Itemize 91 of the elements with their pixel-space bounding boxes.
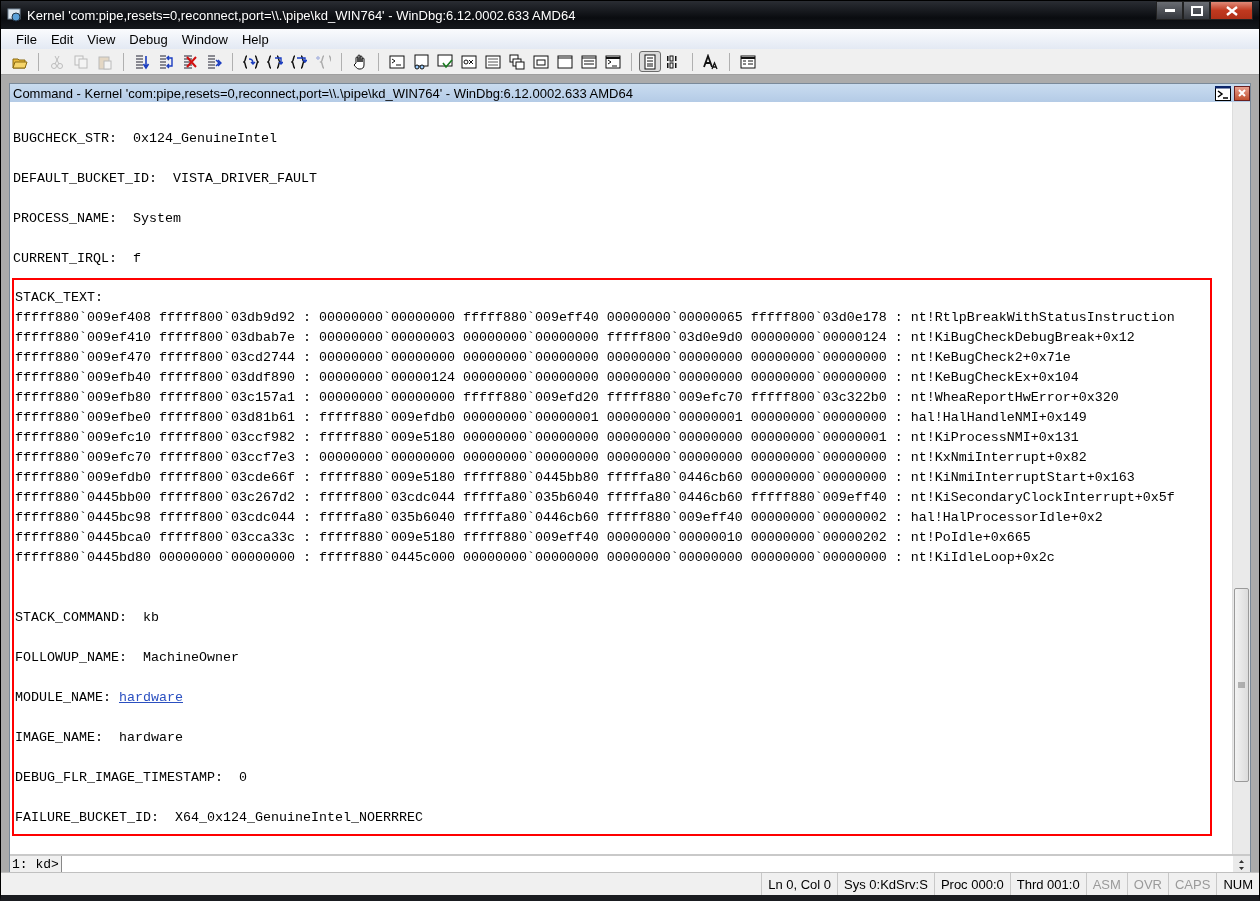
minimize-icon [1164, 9, 1175, 12]
window-title: Kernel 'com:pipe,resets=0,reconnect,port=\\.\pipe\kd_WIN764' - WinDbg:6.12.0002.633 AMD64 [27, 7, 577, 23]
field-value: kb [143, 610, 159, 625]
field-value: f [133, 251, 141, 266]
vertical-scrollbar[interactable] [1232, 102, 1250, 854]
stack-frame-line: fffff880`009efb40 fffff800`03ddf890 : 00000000`00000124 00000000`00000000 00000000`00000000 00000000`00000000 : nt!KeBugCheckEx+0x104 [15, 370, 1079, 385]
field-label: FOLLOWUP_NAME: [15, 650, 127, 665]
field-label: BUGCHECK_STR: [13, 131, 117, 146]
menu-item[interactable]: File [9, 31, 44, 47]
maximize-icon [1190, 5, 1203, 16]
scrollbar-thumb[interactable] [1234, 588, 1249, 782]
stack-frame-line: fffff880`0445bb00 fffff800`03c267d2 : fffff800`03cdc044 fffffa80`035b6040 fffffa80`0446cb60 fffff880`009eff40 : nt!KiSecondaryClockInterrupt+0x5f [15, 490, 1175, 505]
status-indicator: Thrd 001:0 [1009, 873, 1086, 895]
glasses-window-icon [413, 53, 429, 70]
font-size-icon [703, 53, 719, 70]
section-heading: STACK_TEXT: [15, 290, 103, 305]
document-swap-icon [158, 53, 174, 70]
close-button[interactable] [1210, 1, 1253, 20]
up-down-arrows-icon [1238, 859, 1245, 871]
maximize-button[interactable] [1183, 1, 1210, 20]
menu-item[interactable]: Help [234, 31, 276, 47]
status-indicator: ASM [1085, 873, 1127, 895]
stack-frame-line: fffff880`009efb80 fffff800`03c157a1 : 00000000`00000000 fffff880`009efd20 fffff880`009efc70 fffff800`03c322b0 : nt!WheaReportHwError+0x320 [15, 390, 1119, 405]
status-indicator: Sys 0:KdSrv:S [837, 873, 934, 895]
stack-frame-line: fffff880`009ef470 fffff800`03cd2744 : 00000000`00000000 00000000`00000000 00000000`00000000 00000000`00000000 : nt!KeBugCheck2+0x71e [15, 350, 1071, 365]
stack-frame-line: fffff880`009efc10 fffff800`03ccf982 : fffff880`009e5180 00000000`00000000 00000000`00000000 00000000`00000001 : nt!KiProcessNMI+0x131 [15, 430, 1079, 445]
document-arrows-icon [206, 53, 222, 70]
field-value: MachineOwner [143, 650, 239, 665]
status-indicator: OVR [1126, 873, 1168, 895]
hex-window-icon [461, 53, 477, 70]
menu-item[interactable]: View [80, 31, 123, 47]
stack-frame-line: fffff880`009efbe0 fffff800`03d81b61 : fffff880`009efdb0 00000000`00000001 00000000`00000001 00000000`00000000 : hal!HalHandleNMI+0x149 [15, 410, 1087, 425]
command-window-title: Command - Kernel 'com:pipe,resets=0,reconnect,port=\\.\pipe\kd_WIN764' - WinDbg:6.12.0002.633 AMD64 [13, 85, 634, 101]
page-lines-button[interactable] [639, 51, 661, 72]
stacked-windows-button[interactable] [506, 51, 528, 72]
field-label: CURRENT_IRQL: [13, 251, 117, 266]
field-label: IMAGE_NAME: [15, 730, 103, 745]
brace-arrow-icon [243, 53, 259, 70]
close-button[interactable] [1234, 85, 1250, 101]
field-value: 0 [238, 770, 247, 785]
app-icon [7, 8, 21, 22]
scissors-icon [49, 53, 65, 70]
menu-item[interactable]: Debug [122, 31, 175, 47]
field-value: hardware [119, 730, 183, 745]
field-value: VISTA_DRIVER_FAULT [172, 171, 317, 186]
status-indicator: Proc 000:0 [933, 873, 1010, 895]
menu-item[interactable]: Window [174, 31, 235, 47]
close-icon [1225, 5, 1238, 16]
prompt-window-icon[interactable] [1215, 85, 1231, 101]
brace-arrow-icon [291, 53, 307, 70]
prompt-window-icon [605, 53, 621, 70]
field-label: DEBUG_FLR_IMAGE_TIMESTAMP: [15, 770, 223, 785]
stack-frame-line: fffff880`009ef410 fffff800`03dbab7e : 00000000`00000003 00000000`00000000 fffff800`03d0e9d0 00000000`00000124 : nt!KiBugCheckDebugBreak+0x12 [15, 330, 1135, 345]
stack-frame-line: fffff880`009ef408 fffff800`03db9d92 : 00000000`00000000 fffff880`009eff40 00000000`00000065 fffff800`03d0e178 : nt!RtlpBreakWithStatusInstruction [15, 310, 1175, 325]
text-window-icon [581, 53, 597, 70]
stack-frame-line: fffff880`009efdb0 fffff800`03cde66f : fffff880`009e5180 fffff880`0445bb80 fffffa80`0446cb60 00000000`00000000 : nt!KiNmiInterruptStart+0x163 [15, 470, 1135, 485]
field-label: PROCESS_NAME: [13, 211, 117, 226]
brace-arrow-icon [267, 53, 283, 70]
field-label: STACK_COMMAND: [15, 610, 127, 625]
page-lines-icon [642, 53, 658, 70]
field-value: System [133, 211, 181, 226]
prompt-window-icon [389, 53, 405, 70]
window-digits-icon [533, 53, 549, 70]
document-down-arrow-icon [134, 53, 150, 70]
close-icon [1237, 88, 1247, 98]
list-window-icon [485, 53, 501, 70]
field-label: FAILURE_BUCKET_ID: [15, 810, 159, 825]
stack-frame-line: fffff880`0445bd80 00000000`00000000 : fffff880`0445c000 00000000`00000000 00000000`00000000 00000000`00000000 : nt!KiIdleLoop+0x2c [15, 550, 1055, 565]
grip-icon [1238, 682, 1245, 688]
stack-frame-line: fffff880`0445bc98 fffff800`03cdc044 : fffffa80`035b6040 fffffa80`0446cb60 fffff880`009eff40 00000000`00000002 : hal!HalProcessorIdle+0x2 [15, 510, 1103, 525]
stack-frame-line: fffff880`0445bca0 fffff800`03cca33c : fffff880`009e5180 fffff880`009eff40 00000000`00000010 00000000`00000202 : nt!PoIdle+0x665 [15, 530, 1031, 545]
copy-icon [73, 53, 89, 70]
module-link[interactable]: hardware [119, 690, 183, 705]
status-indicator: Ln 0, Col 0 [761, 873, 838, 895]
minimize-button[interactable] [1156, 1, 1183, 20]
stack-frame-line: fffff880`009efc70 fffff800`03ccf7e3 : 00000000`00000000 00000000`00000000 00000000`00000000 00000000`00000000 : nt!KxNmiInterrupt+0x82 [15, 450, 1087, 465]
field-value: X64_0x124_GenuineIntel_NOERRREC [174, 810, 423, 825]
document-cross-icon [182, 53, 198, 70]
menu-item[interactable]: Edit [43, 31, 81, 47]
window-check-icon [437, 53, 453, 70]
field-label: MODULE_NAME: [15, 690, 111, 705]
options-window-icon [740, 53, 756, 70]
status-indicator: NUM [1216, 873, 1259, 895]
brace-arrow-icon [315, 53, 331, 70]
field-label: DEFAULT_BUCKET_ID: [13, 171, 157, 186]
blank-window-icon [557, 53, 573, 70]
stacked-windows-icon [509, 53, 525, 70]
field-value: 0x124_GenuineIntel [133, 131, 277, 146]
hand-icon [352, 53, 368, 70]
clipboard-icon [97, 53, 113, 70]
status-indicator: CAPS [1168, 873, 1217, 895]
